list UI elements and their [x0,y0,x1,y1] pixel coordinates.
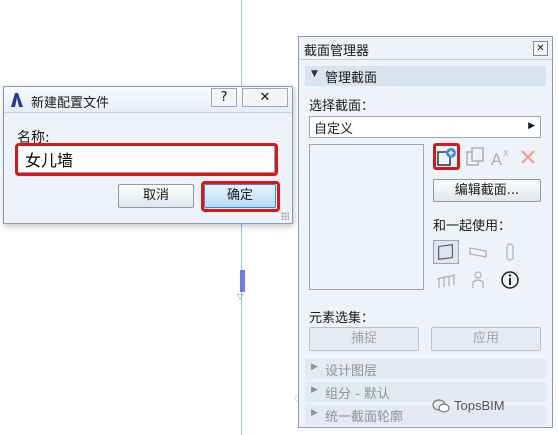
info-icon[interactable] [499,269,521,291]
wall-icon[interactable] [433,240,459,264]
dialog-titlebar[interactable]: 新建配置文件 ? ✕ [4,87,292,113]
collapsed-section-components[interactable]: ▶ 组分 - 默认 [305,382,546,402]
object-icon[interactable] [467,269,489,291]
section-select-value: 自定义 [314,122,354,137]
capture-button[interactable]: 捕捉 [309,327,419,351]
app-logo-icon [11,93,23,107]
wechat-icon [432,399,450,413]
rename-icon[interactable]: A X [490,146,512,168]
section-manager-panel: 截面管理器 ✕ ▼ 管理截面 选择截面： 自定义 ▶ A X 编辑截面... 和… [298,36,553,428]
watermark-text: TopsBIM [454,398,505,413]
highlight-box-new [433,143,460,170]
element-set-label: 元素选集： [309,311,375,326]
collapse-triangle-icon: ▶ [311,408,318,418]
panel-title: 截面管理器 [304,44,370,59]
panel-close-button[interactable]: ✕ [533,41,548,56]
use-with-label: 和一起使用： [433,219,512,234]
panel-titlebar[interactable]: 截面管理器 ✕ [299,37,552,60]
close-button[interactable]: ✕ [242,88,288,107]
select-section-label: 选择截面： [309,99,375,114]
canvas-element-marker [240,270,245,292]
svg-text:A: A [491,150,502,168]
expand-triangle-icon: ▼ [311,69,318,79]
chevron-right-icon: ▶ [528,121,535,131]
collapsed-section-profile[interactable]: ▶ 统一截面轮廓 [305,405,546,425]
manage-section-label: 管理截面 [325,71,378,86]
beam-icon[interactable] [467,241,489,263]
collapsed-section-design-layers[interactable]: ▶ 设计图层 [305,359,546,379]
delete-icon[interactable] [517,146,539,168]
help-button[interactable]: ? [211,88,237,107]
section-select[interactable]: 自定义 ▶ [309,116,541,138]
dialog-title: 新建配置文件 [31,96,110,111]
highlight-box-ok [201,181,280,212]
new-config-dialog: 新建配置文件 ? ✕ 名称: 取消 确定 [3,86,293,224]
section-list[interactable] [309,144,424,290]
resize-grip-icon[interactable] [281,212,289,220]
highlight-box-name [15,143,278,176]
collapsed-section-label: 组分 - 默认 [325,387,390,402]
column-icon[interactable] [499,241,521,263]
apply-button[interactable]: 应用 [431,327,541,351]
duplicate-icon[interactable] [464,146,486,168]
canvas-marker-arrow: ▽ [237,292,244,301]
cancel-button[interactable]: 取消 [118,184,194,208]
svg-text:X: X [503,149,509,158]
railing-icon[interactable] [435,269,457,291]
collapse-triangle-icon: ▶ [311,362,318,372]
manage-section-header[interactable]: ▼ 管理截面 [305,66,546,86]
collapsed-section-label: 设计图层 [325,364,378,379]
collapsed-section-label: 统一截面轮廓 [325,410,404,425]
edit-section-button[interactable]: 编辑截面... [433,179,541,202]
collapse-triangle-icon: ▶ [311,385,318,395]
